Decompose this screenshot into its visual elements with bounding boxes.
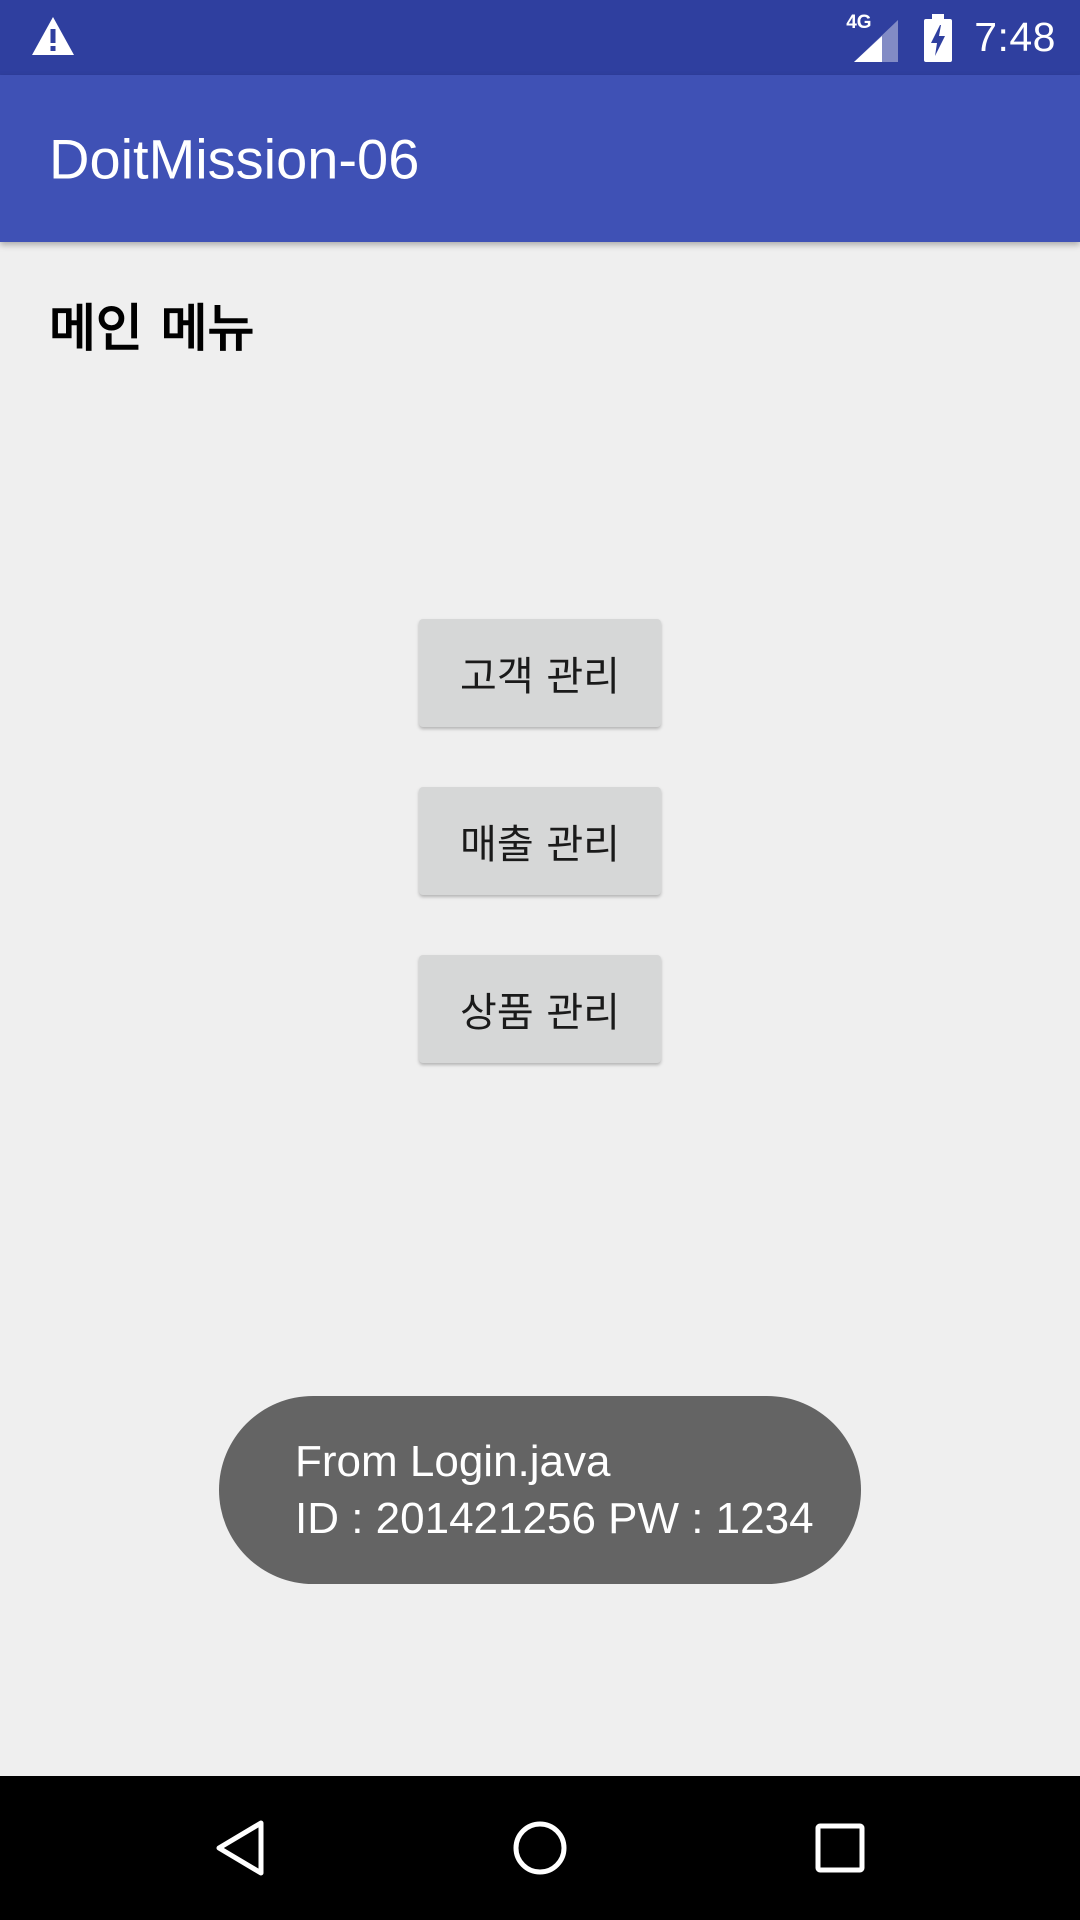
customer-management-button[interactable]: 고객 관리 bbox=[419, 619, 661, 727]
status-time: 7:48 bbox=[974, 14, 1056, 60]
toast-message: From Login.java ID : 201421256 PW : 1234 bbox=[219, 1396, 861, 1584]
back-button[interactable] bbox=[160, 1776, 320, 1920]
status-icons: 4G 7:48 bbox=[846, 0, 1056, 75]
page-title: 메인 메뉴 bbox=[49, 300, 255, 359]
recents-button[interactable] bbox=[760, 1776, 920, 1920]
toast-line-2: ID : 201421256 PW : 1234 bbox=[295, 1494, 814, 1543]
status-bar: 4G 7:48 bbox=[0, 0, 1080, 75]
navigation-bar bbox=[0, 1776, 1080, 1920]
battery-charging-icon bbox=[924, 13, 953, 62]
back-icon bbox=[216, 1820, 264, 1876]
warning-icon bbox=[32, 17, 74, 55]
recents-icon bbox=[815, 1823, 865, 1873]
app-bar: DoitMission-06 bbox=[0, 75, 1080, 242]
home-button[interactable] bbox=[460, 1776, 620, 1920]
home-icon bbox=[513, 1821, 567, 1875]
sales-management-button[interactable]: 매출 관리 bbox=[419, 787, 661, 895]
signal-4g-icon: 4G bbox=[846, 12, 902, 62]
app-title: DoitMission-06 bbox=[49, 127, 420, 190]
product-management-button[interactable]: 상품 관리 bbox=[419, 955, 661, 1063]
toast-line-1: From Login.java bbox=[295, 1437, 611, 1486]
